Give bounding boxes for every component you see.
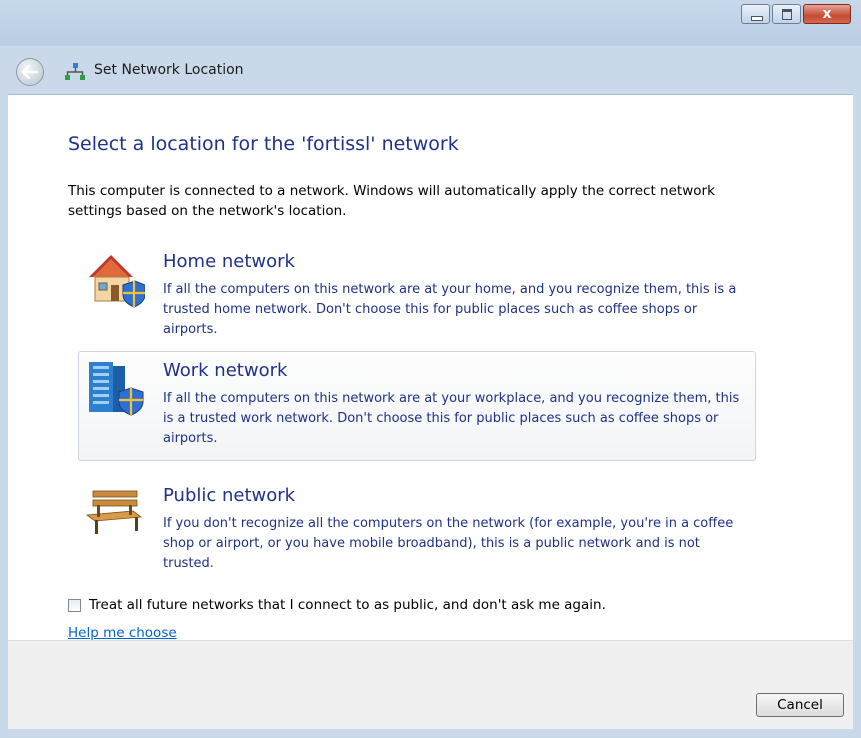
- office-building-shield-icon: [89, 362, 144, 416]
- cancel-button[interactable]: Cancel: [756, 693, 844, 717]
- content-area: Select a location for the 'fortissl' net…: [8, 94, 853, 641]
- option-home-network[interactable]: Home network If all the computers on thi…: [78, 242, 756, 352]
- option-description: If you don't recognize all the computers…: [163, 516, 734, 571]
- option-title: Public network: [163, 485, 296, 506]
- back-button[interactable]: [16, 58, 44, 86]
- treat-public-checkbox-row[interactable]: Treat all future networks that I connect…: [68, 595, 606, 615]
- maximize-button[interactable]: [772, 4, 801, 24]
- page-heading: Select a location for the 'fortissl' net…: [68, 133, 459, 155]
- option-title: Home network: [163, 251, 295, 272]
- minimize-button[interactable]: [741, 4, 770, 24]
- treat-public-checkbox[interactable]: [68, 598, 81, 612]
- close-icon: x: [822, 6, 832, 22]
- option-description: If all the computers on this network are…: [163, 282, 737, 337]
- treat-public-label[interactable]: Treat all future networks that I connect…: [89, 597, 606, 613]
- close-button[interactable]: x: [803, 4, 851, 24]
- dialog-footer: Cancel: [8, 640, 853, 729]
- option-public-network[interactable]: Public network If you don't recognize al…: [78, 476, 756, 586]
- back-arrow-icon: [22, 65, 38, 79]
- navigation-bar: Set Network Location: [8, 54, 853, 94]
- dialog-window: x Set Network Location Select a location…: [0, 0, 861, 738]
- help-me-choose-link[interactable]: Help me choose: [68, 625, 177, 641]
- option-description: If all the computers on this network are…: [163, 391, 740, 446]
- park-bench-icon: [85, 490, 143, 534]
- option-title: Work network: [163, 360, 288, 381]
- network-icon: [65, 63, 85, 80]
- option-work-network[interactable]: Work network If all the computers on thi…: [78, 351, 756, 461]
- intro-text: This computer is connected to a network.…: [68, 183, 715, 219]
- title-bar[interactable]: x: [0, 0, 861, 46]
- caption-buttons: x: [739, 4, 851, 24]
- house-shield-icon: [89, 255, 145, 308]
- window-title: Set Network Location: [94, 62, 244, 78]
